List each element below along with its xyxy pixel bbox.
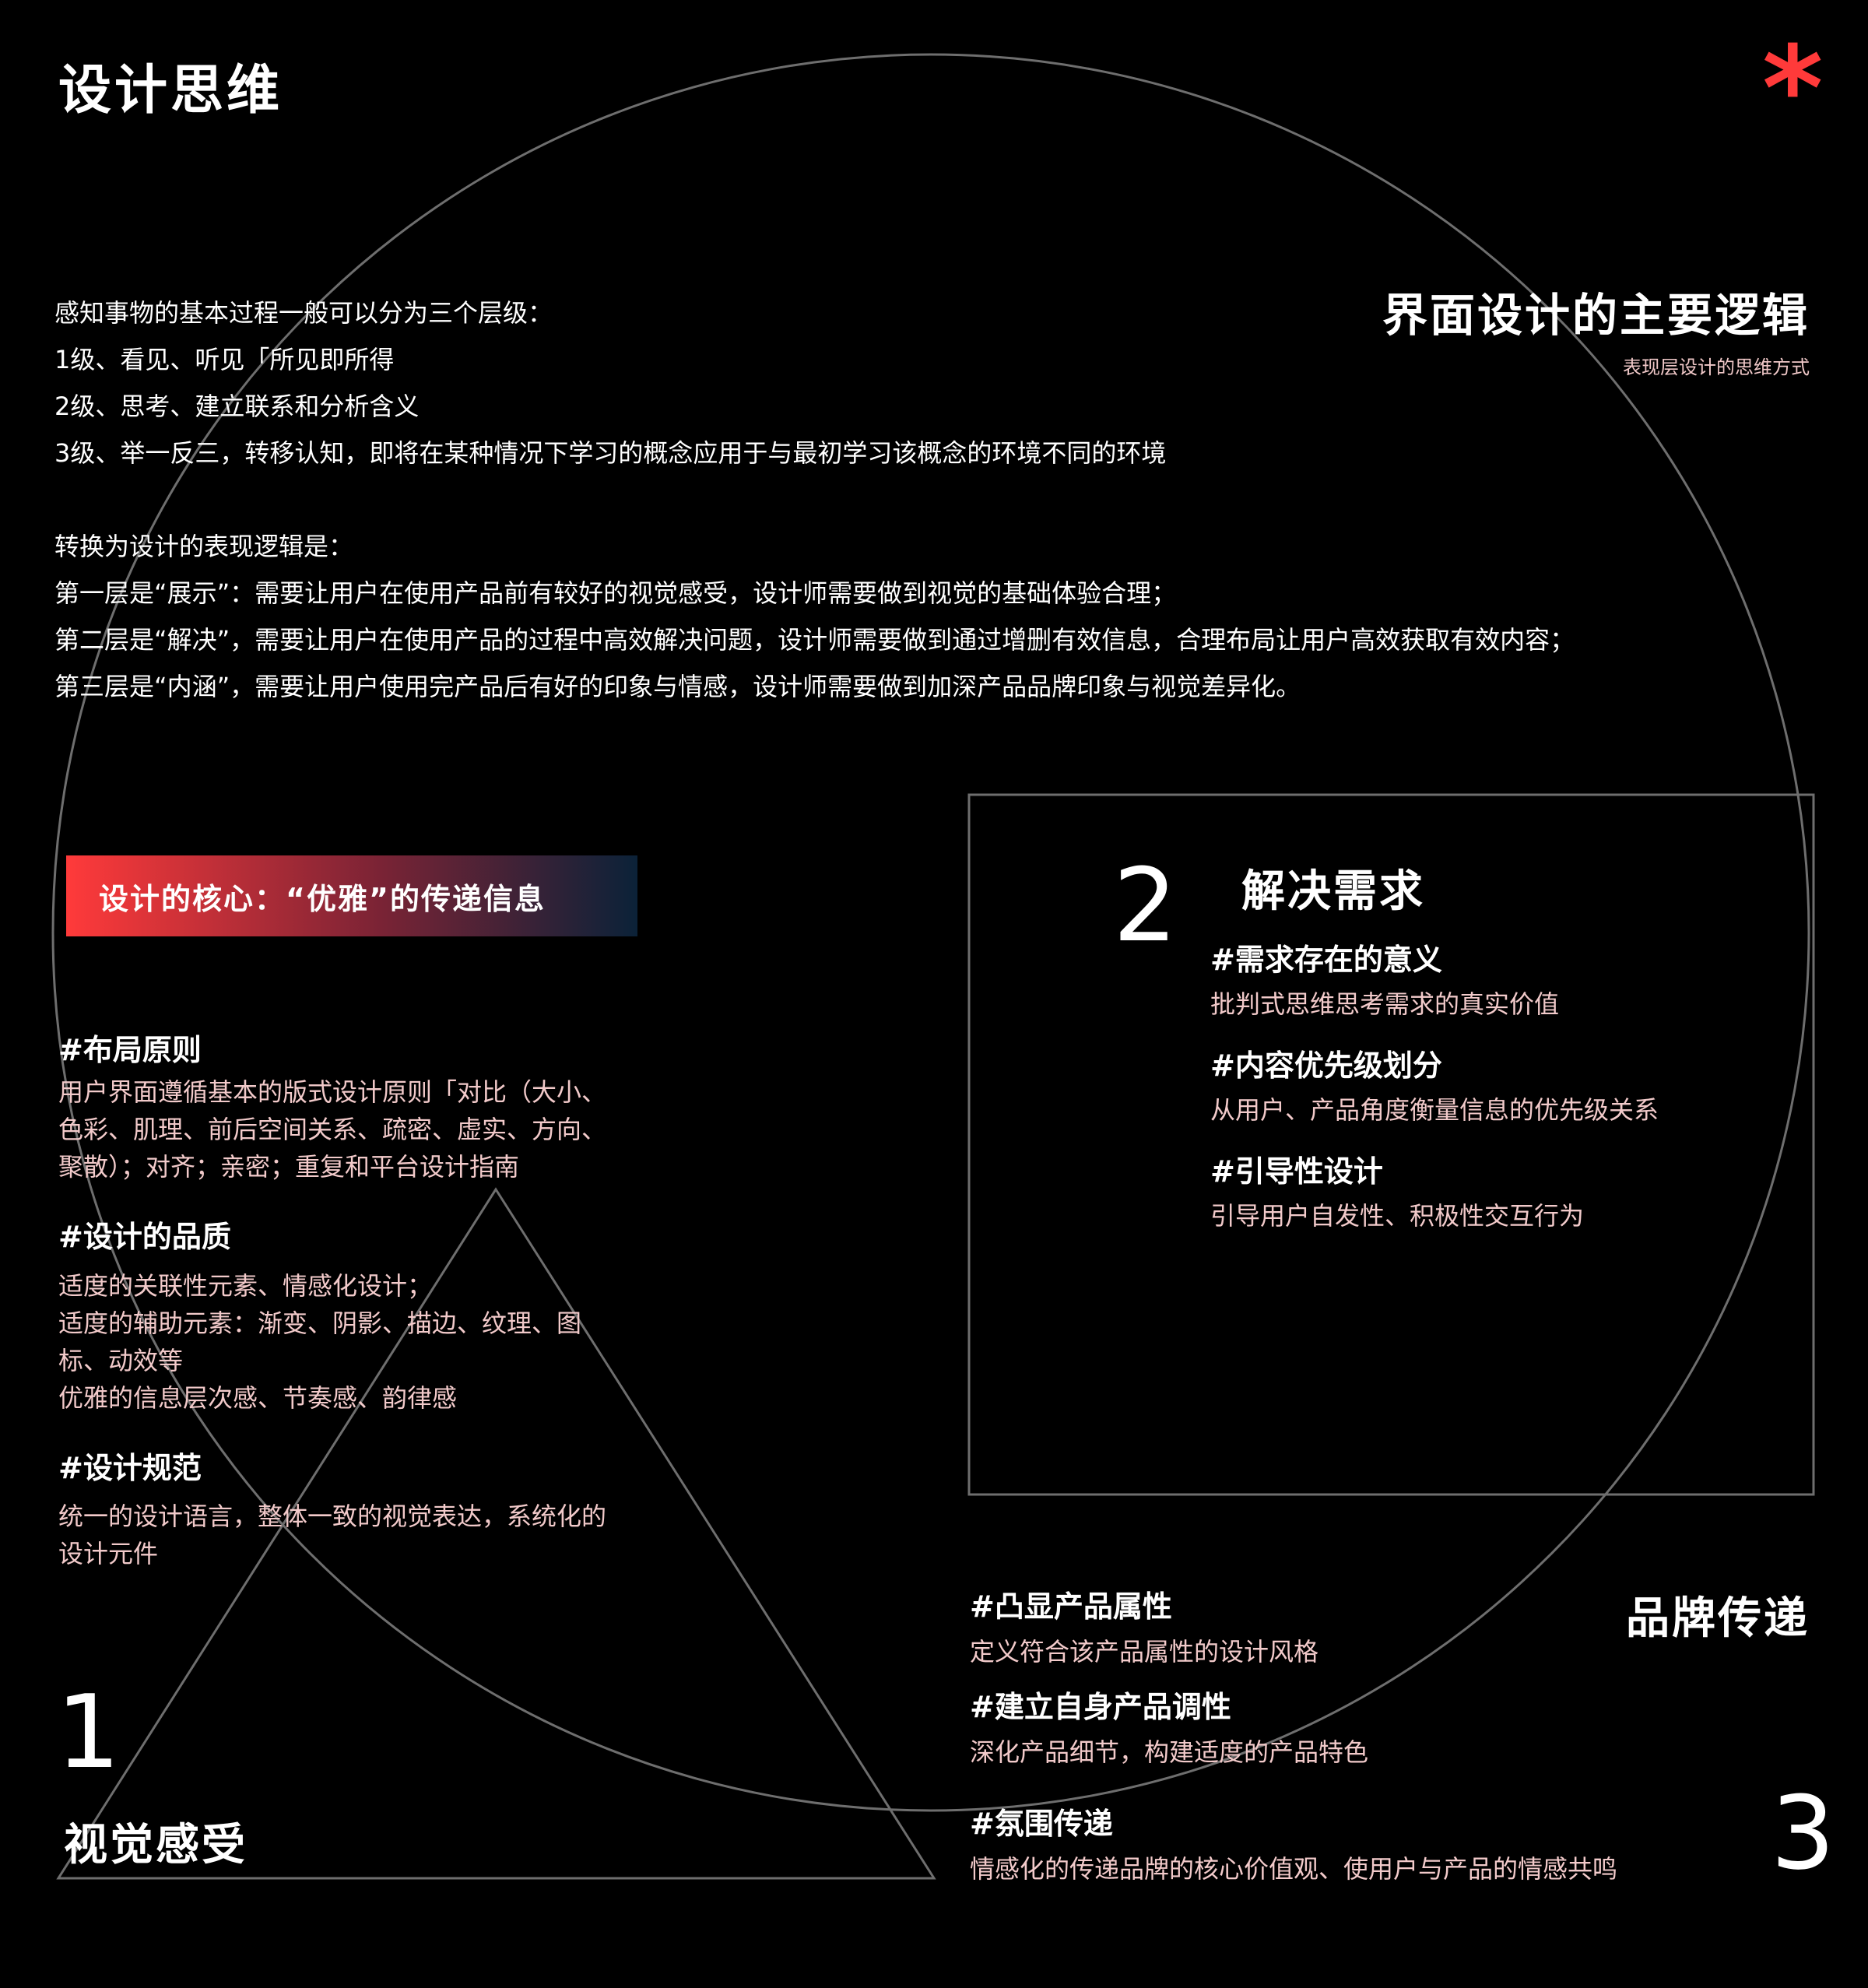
section-line: 优雅的信息层次感、节奏感、韵律感 xyxy=(58,1383,458,1413)
section-heading-spec: #设计规范 xyxy=(58,1451,202,1485)
intro-text: 感知事物的基本过程一般可以分为三个层级： 1级、看见、听见「所见即所得 2级、思… xyxy=(54,290,1575,710)
section-body-layout: 用户界面遵循基本的版式设计原则「对比（大小、 色彩、肌理、前后空间关系、疏密、虚… xyxy=(58,1073,697,1185)
level-3-item-text: 深化产品细节，构建适度的产品特色 xyxy=(970,1737,1369,1767)
level-3-item-heading: #凸显产品属性 xyxy=(970,1589,1172,1624)
level-1-title: 视觉感受 xyxy=(64,1820,248,1870)
core-banner-text: 设计的核心：“优雅”的传递信息 xyxy=(99,881,546,916)
section-line: 适度的关联性元素、情感化设计； xyxy=(58,1271,433,1301)
level-3-number: 3 xyxy=(1771,1774,1835,1892)
level-3-item-heading: #氛围传递 xyxy=(970,1807,1113,1841)
level-2-item-text: 引导用户自发性、积极性交互行为 xyxy=(1210,1201,1585,1231)
asterisk-mark: * xyxy=(1762,22,1824,157)
section-line: 适度的辅助元素：渐变、阴影、描边、纹理、图 xyxy=(58,1308,582,1338)
intro-line: 感知事物的基本过程一般可以分为三个层级： xyxy=(54,298,553,328)
logic-subtitle: 表现层设计的思维方式 xyxy=(1623,357,1810,378)
intro-line: 第二层是“解决”，需要让用户在使用产品的过程中高效解决问题，设计师需要做到通过增… xyxy=(54,625,1575,655)
level-2-item-heading: #内容优先级划分 xyxy=(1210,1048,1442,1083)
section-line: 标、动效等 xyxy=(58,1346,184,1375)
intro-line: 2级、思考、建立联系和分析含义 xyxy=(54,392,420,421)
level-3-title: 品牌传递 xyxy=(1626,1593,1810,1644)
level-3-item-heading: #建立自身产品调性 xyxy=(970,1690,1231,1724)
section-body-quality: 适度的关联性元素、情感化设计； 适度的辅助元素：渐变、阴影、描边、纹理、图 标、… xyxy=(58,1267,697,1417)
section-body-spec: 统一的设计语言，整体一致的视觉表达，系统化的 设计元件 xyxy=(58,1498,697,1572)
core-banner: 设计的核心：“优雅”的传递信息 xyxy=(66,855,637,936)
level-2-item-text: 从用户、产品角度衡量信息的优先级关系 xyxy=(1210,1095,1659,1125)
section-heading-layout: #布局原则 xyxy=(58,1033,202,1067)
section-line: 聚散）；对齐；亲密；重复和平台设计指南 xyxy=(58,1152,520,1182)
section-heading-quality: #设计的品质 xyxy=(58,1220,231,1254)
section-line: 色彩、肌理、前后空间关系、疏密、虚实、方向、 xyxy=(58,1115,607,1144)
level-3-item-text: 情感化的传递品牌的核心价值观、使用户与产品的情感共鸣 xyxy=(970,1854,1618,1884)
level-2-item-text: 批判式思维思考需求的真实价值 xyxy=(1210,989,1560,1019)
level-2-item-heading: #需求存在的意义 xyxy=(1210,943,1442,977)
intro-line: 转换为设计的表现逻辑是： xyxy=(54,532,354,561)
section-line: 统一的设计语言，整体一致的视觉表达，系统化的 xyxy=(58,1502,607,1531)
page-title: 设计思维 xyxy=(58,60,283,121)
intro-line: 3级、举一反三，转移认知，即将在某种情况下学习的概念应用于与最初学习该概念的环境… xyxy=(54,438,1167,468)
section-line: 用户界面遵循基本的版式设计原则「对比（大小、 xyxy=(58,1077,607,1107)
level-3-item-text: 定义符合该产品属性的设计风格 xyxy=(970,1637,1319,1667)
section-line: 设计元件 xyxy=(58,1539,159,1568)
intro-line: 第一层是“展示”：需要让用户在使用产品前有较好的视觉感受，设计师需要做到视觉的基… xyxy=(54,578,1177,608)
level-2-number: 2 xyxy=(1113,846,1178,964)
intro-line: 1级、看见、听见「所见即所得 xyxy=(54,345,395,374)
intro-line xyxy=(54,476,1575,523)
intro-line: 第三层是“内涵”，需要让用户使用完产品后有好的印象与情感，设计师需要做到加深产品… xyxy=(54,672,1301,701)
level-2-item-heading: #引导性设计 xyxy=(1210,1154,1383,1189)
level-2-title: 解决需求 xyxy=(1241,866,1425,917)
level-1-number: 1 xyxy=(56,1673,121,1791)
